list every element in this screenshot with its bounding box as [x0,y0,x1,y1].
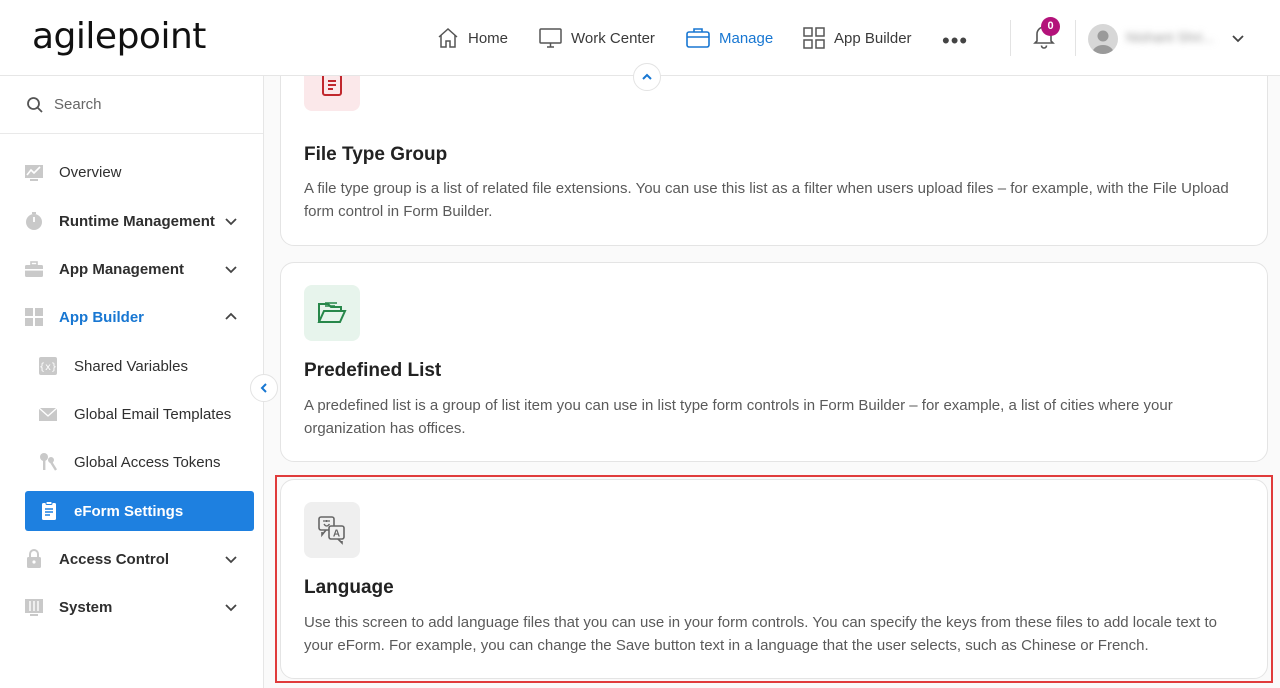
nav-home-label: Home [468,29,509,47]
avatar[interactable] [1088,24,1118,54]
chevron-down-icon [225,218,237,226]
sidebar-item-label: Global Access Tokens [74,453,221,471]
card-description: A file type group is a list of related f… [304,180,1229,220]
sidebar-item-label: App Management [59,260,185,278]
card-language[interactable]: A Language Use this screen to add langua… [280,479,1268,679]
sidebar-item-label: eForm Settings [74,502,184,520]
chevron-down-icon [225,556,237,564]
sidebar-item-overview[interactable]: Overview [0,150,263,194]
nav-app-builder-label: App Builder [834,29,912,47]
stopwatch-icon [26,212,42,230]
search-icon [27,96,43,113]
card-predefined-list[interactable]: Predefined List A predefined list is a g… [280,262,1268,462]
toolbox-icon [25,261,43,277]
sidebar-item-label: Global Email Templates [74,405,232,423]
file-list-icon [304,76,360,111]
collapse-sidebar-button[interactable] [250,374,278,402]
sliders-icon [25,599,43,616]
more-menu-button[interactable]: ••• [942,28,968,54]
search-label: Search [54,96,102,113]
folder-open-icon [304,285,360,341]
chart-icon [25,165,43,181]
chevron-down-icon[interactable] [1230,30,1246,46]
variable-icon: {x} [39,357,57,375]
sidebar-item-system[interactable]: System [0,585,263,629]
agilepoint-logo[interactable]: agilepoint [32,16,206,57]
card-title: Predefined List [304,360,442,381]
dashboard-icon [25,308,43,326]
sidebar-search[interactable]: Search [0,76,263,134]
sidebar-item-access-control[interactable]: Access Control [0,537,263,581]
card-description: A predefined list is a group of list ite… [304,397,1173,437]
user-silhouette-icon [1092,30,1114,54]
header-divider [1075,20,1076,56]
chevron-down-icon [225,266,237,274]
sidebar-item-global-email-templates[interactable]: Global Email Templates [0,392,263,436]
nav-work-center-label: Work Center [571,29,655,47]
notification-badge: 0 [1041,17,1060,36]
clipboard-icon [42,501,56,520]
sidebar-item-label: App Builder [59,308,144,326]
briefcase-icon [686,28,710,48]
sidebar-item-label: System [59,598,113,616]
sidebar: Search Overview Runtime Management App M… [0,76,264,688]
sidebar-item-app-management[interactable]: App Management [0,247,263,291]
chevron-down-icon [225,604,237,612]
sidebar-item-global-access-tokens[interactable]: Global Access Tokens [0,440,263,484]
nav-manage-label: Manage [719,29,774,47]
card-title: File Type Group [304,144,448,165]
user-name[interactable]: Nishant Shri... [1126,29,1214,45]
translate-icon: A [304,502,360,558]
main-content: File Type Group A file type group is a l… [264,76,1280,688]
keys-icon [40,453,58,471]
collapse-header-button[interactable] [633,63,661,91]
nav-home[interactable]: Home [436,0,508,76]
chevron-up-icon [225,312,237,320]
sidebar-item-app-builder[interactable]: App Builder [0,295,263,339]
envelope-icon [38,407,58,421]
nav-manage[interactable]: Manage [685,0,773,76]
sidebar-item-eform-settings[interactable]: eForm Settings [25,491,254,531]
home-icon [438,27,458,48]
sidebar-item-label: Shared Variables [74,357,188,375]
grid-icon [803,27,825,49]
card-description: Use this screen to add language files th… [304,614,1218,654]
sidebar-item-runtime-management[interactable]: Runtime Management [0,199,263,243]
lock-icon [27,549,41,568]
sidebar-item-label: Runtime Management [59,212,215,230]
svg-text:{x}: {x} [39,362,57,373]
nav-app-builder[interactable]: App Builder [802,0,912,76]
sidebar-item-label: Access Control [59,550,170,568]
header-divider [1010,20,1011,56]
sidebar-item-shared-variables[interactable]: {x} Shared Variables [0,344,263,388]
chevron-up-icon [642,73,652,80]
svg-text:A: A [333,529,340,540]
sidebar-item-label: Overview [59,163,122,181]
chevron-left-icon [260,383,267,393]
card-title: Language [304,577,394,598]
card-file-type-group[interactable]: File Type Group A file type group is a l… [280,76,1268,246]
nav-work-center[interactable]: Work Center [538,0,655,76]
monitor-icon [539,28,562,48]
